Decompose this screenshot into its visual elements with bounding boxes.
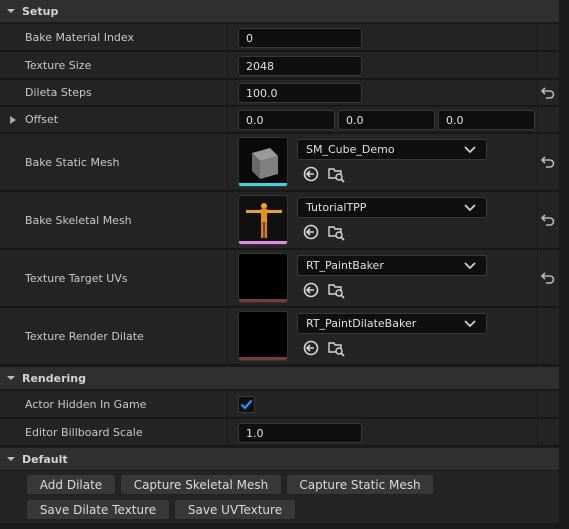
section-title: Default bbox=[22, 452, 68, 466]
add-dilate-button[interactable]: Add Dilate bbox=[26, 474, 116, 495]
property-label: Texture Size bbox=[25, 59, 92, 72]
render-target-thumbnail[interactable] bbox=[238, 253, 288, 303]
reset-arrow-icon[interactable] bbox=[540, 155, 556, 169]
property-label: Offset bbox=[25, 113, 59, 126]
capture-skeletal-mesh-button[interactable]: Capture Skeletal Mesh bbox=[120, 474, 282, 495]
section-rendering-header[interactable]: Rendering bbox=[0, 367, 569, 389]
property-label: Editor Billboard Scale bbox=[25, 426, 143, 439]
row-actor-hidden-in-game: Actor Hidden In Game bbox=[0, 391, 569, 418]
row-texture-size: Texture Size 2048 bbox=[0, 52, 569, 79]
static-mesh-thumbnail[interactable] bbox=[238, 137, 288, 187]
browse-icon[interactable] bbox=[327, 223, 345, 241]
render-target-thumbnail[interactable] bbox=[238, 311, 288, 361]
section-setup-header[interactable]: Setup bbox=[0, 0, 569, 22]
texture-size-input[interactable]: 2048 bbox=[238, 56, 362, 76]
reset-arrow-icon[interactable] bbox=[540, 86, 556, 100]
section-title: Rendering bbox=[22, 371, 86, 385]
chevron-down-icon bbox=[464, 320, 476, 328]
section-title: Setup bbox=[22, 4, 59, 18]
reset-arrow-icon[interactable] bbox=[540, 271, 556, 285]
row-texture-render-dilate: Texture Render Dilate RT_PaintDilateBake… bbox=[0, 308, 569, 365]
browse-icon[interactable] bbox=[327, 165, 345, 183]
default-buttons-area: Add Dilate Capture Skeletal Mesh Capture… bbox=[0, 471, 569, 523]
dileta-steps-input[interactable]: 100.0 bbox=[238, 83, 362, 103]
actor-hidden-in-game-checkbox[interactable] bbox=[238, 396, 255, 413]
offset-x-input[interactable]: 0.0 bbox=[238, 110, 335, 130]
chevron-down-icon bbox=[464, 262, 476, 270]
reset-arrow-icon[interactable] bbox=[540, 213, 556, 227]
section-default-header[interactable]: Default bbox=[0, 448, 569, 470]
row-bake-skeletal-mesh: Bake Skeletal Mesh TutorialTPP bbox=[0, 192, 569, 249]
checkmark-icon bbox=[240, 399, 253, 410]
skeletal-mesh-asset-picker[interactable]: TutorialTPP bbox=[297, 197, 487, 218]
row-bake-static-mesh: Bake Static Mesh SM_Cube_Demo bbox=[0, 134, 569, 191]
chevron-down-icon bbox=[464, 204, 476, 212]
capture-static-mesh-button[interactable]: Capture Static Mesh bbox=[286, 474, 434, 495]
row-dileta-steps: Dileta Steps 100.0 bbox=[0, 80, 569, 106]
scrollbar[interactable] bbox=[559, 0, 569, 529]
asset-name: RT_PaintBaker bbox=[306, 259, 384, 272]
texture-target-uvs-asset-picker[interactable]: RT_PaintBaker bbox=[297, 255, 487, 276]
use-selected-icon[interactable] bbox=[302, 339, 320, 357]
chevron-down-icon bbox=[0, 454, 22, 464]
chevron-down-icon bbox=[464, 146, 476, 154]
row-texture-target-uvs: Texture Target UVs RT_PaintBaker bbox=[0, 250, 569, 307]
row-offset: Offset 0.0 0.0 0.0 bbox=[0, 107, 569, 133]
chevron-down-icon bbox=[0, 373, 22, 383]
property-label: Bake Static Mesh bbox=[25, 156, 120, 169]
offset-y-input[interactable]: 0.0 bbox=[338, 110, 435, 130]
use-selected-icon[interactable] bbox=[302, 165, 320, 183]
property-label: Texture Render Dilate bbox=[25, 330, 144, 343]
asset-name: RT_PaintDilateBaker bbox=[306, 317, 417, 330]
bake-material-index-input[interactable]: 0 bbox=[238, 28, 362, 48]
use-selected-icon[interactable] bbox=[302, 223, 320, 241]
skeletal-mesh-thumbnail[interactable] bbox=[238, 195, 288, 245]
details-panel: Setup Bake Material Index 0 Texture Size… bbox=[0, 0, 569, 529]
static-mesh-asset-picker[interactable]: SM_Cube_Demo bbox=[297, 139, 487, 160]
property-label: Bake Skeletal Mesh bbox=[25, 214, 132, 227]
save-dilate-texture-button[interactable]: Save Dilate Texture bbox=[26, 499, 170, 520]
editor-billboard-scale-input[interactable]: 1.0 bbox=[238, 423, 362, 443]
row-bake-material-index: Bake Material Index 0 bbox=[0, 24, 569, 51]
asset-name: SM_Cube_Demo bbox=[306, 143, 395, 156]
property-label: Dileta Steps bbox=[25, 86, 92, 99]
use-selected-icon[interactable] bbox=[302, 281, 320, 299]
texture-render-dilate-asset-picker[interactable]: RT_PaintDilateBaker bbox=[297, 313, 487, 334]
save-uvtexture-button[interactable]: Save UVTexture bbox=[174, 499, 296, 520]
chevron-down-icon bbox=[0, 6, 22, 16]
browse-icon[interactable] bbox=[327, 339, 345, 357]
property-label: Texture Target UVs bbox=[25, 272, 128, 285]
offset-z-input[interactable]: 0.0 bbox=[438, 110, 535, 130]
property-label: Actor Hidden In Game bbox=[25, 398, 147, 411]
expand-arrow-icon[interactable] bbox=[9, 115, 17, 128]
property-label: Bake Material Index bbox=[25, 31, 134, 44]
row-editor-billboard-scale: Editor Billboard Scale 1.0 bbox=[0, 419, 569, 446]
browse-icon[interactable] bbox=[327, 281, 345, 299]
asset-name: TutorialTPP bbox=[306, 201, 367, 214]
